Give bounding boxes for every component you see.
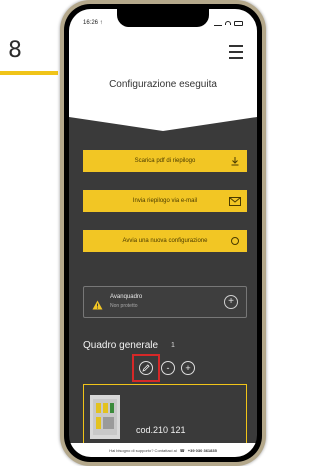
product-image	[90, 395, 120, 439]
notch	[117, 9, 209, 27]
support-footer: Hai bisogno di supporto? Contattaci al ☎…	[69, 443, 257, 457]
battery-icon	[234, 20, 243, 26]
plus-button[interactable]: +	[181, 361, 195, 375]
download-pdf-label: Scarica pdf di riepilogo	[134, 158, 196, 164]
support-text: Hai bisogno di supporto? Contattaci al	[109, 447, 177, 453]
signal-icon	[214, 21, 222, 26]
pencil-icon	[142, 364, 150, 372]
warning-icon	[92, 297, 103, 315]
phone-screen: 16:26 ↑ Configurazione eseguita Scarica …	[69, 9, 257, 457]
status-icons	[214, 20, 243, 26]
step-underline	[0, 71, 58, 75]
phone-icon: ☎	[179, 447, 185, 453]
new-configuration-label: Avvia una nuova configurazione	[122, 238, 208, 244]
product-code: cod.210 121	[136, 425, 186, 435]
download-pdf-button[interactable]: Scarica pdf di riepilogo	[83, 150, 247, 172]
phone-frame: 16:26 ↑ Configurazione eseguita Scarica …	[60, 0, 266, 466]
mail-icon	[229, 195, 241, 207]
page-title: Configurazione eseguita	[109, 79, 217, 90]
minus-button[interactable]: -	[161, 361, 175, 375]
card-subtitle: Non protetto	[110, 303, 138, 309]
section-count: 1	[171, 342, 175, 349]
avanquadro-card: Avanquadro Non protetto +	[83, 286, 247, 318]
phone-bezel: 16:26 ↑ Configurazione eseguita Scarica …	[64, 4, 262, 462]
section-title: Quadro generale	[83, 340, 159, 351]
card-title: Avanquadro	[110, 294, 143, 300]
email-summary-label: Invia riepilogo via e-mail	[132, 198, 198, 204]
add-avanquadro-button[interactable]: +	[224, 295, 238, 309]
email-summary-button[interactable]: Invia riepilogo via e-mail	[83, 190, 247, 212]
refresh-icon	[229, 235, 241, 247]
header: Configurazione eseguita	[69, 37, 257, 115]
download-icon	[229, 155, 241, 167]
status-time: 16:26 ↑	[83, 20, 103, 26]
new-configuration-button[interactable]: Avvia una nuova configurazione	[83, 230, 247, 252]
wifi-icon	[225, 21, 231, 25]
step-number: 8	[8, 38, 22, 63]
edit-button[interactable]	[139, 361, 153, 375]
header-chevron	[69, 115, 257, 131]
menu-icon[interactable]	[229, 45, 243, 59]
support-phone-link[interactable]: +39 030 361835	[188, 448, 217, 453]
